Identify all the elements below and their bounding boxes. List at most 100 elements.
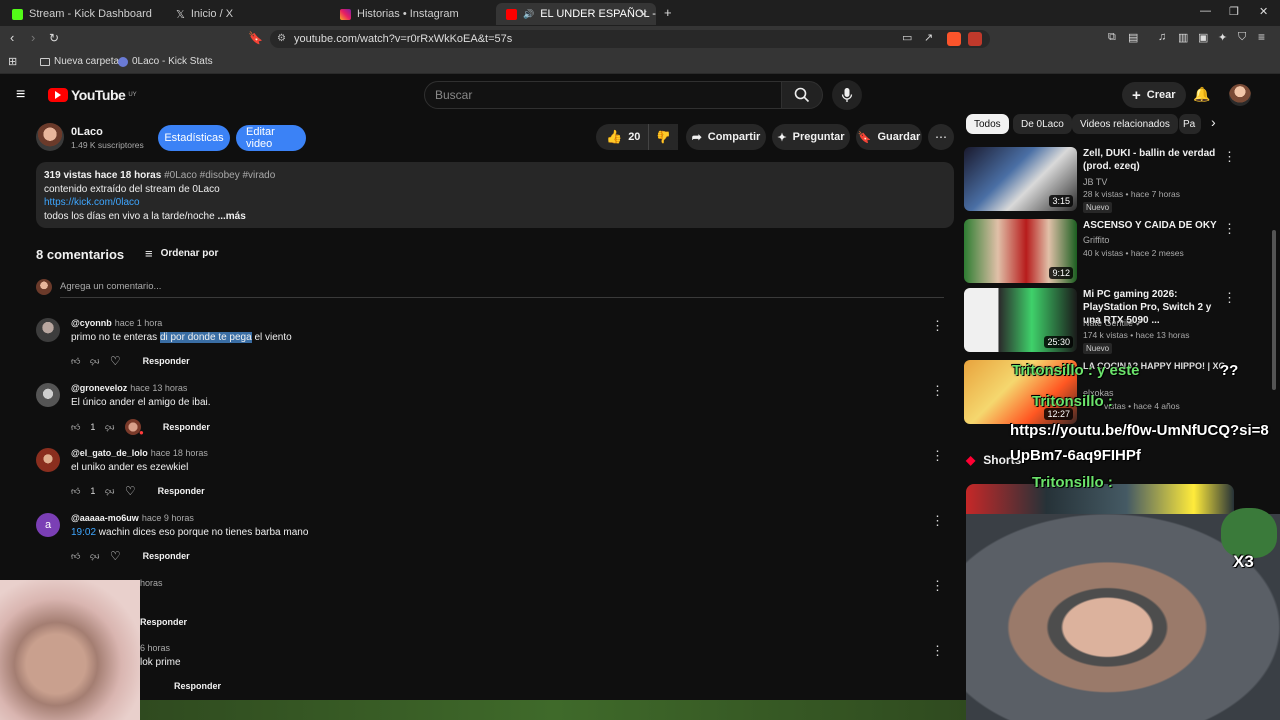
add-comment-input[interactable]: Agrega un comentario... <box>60 281 944 298</box>
chip-partial[interactable]: Pa <box>1179 114 1201 134</box>
comment-author[interactable]: @cyonnb <box>71 318 112 328</box>
rewards-icon[interactable] <box>968 32 982 46</box>
commenter-avatar[interactable] <box>36 448 60 472</box>
ask-button[interactable]: ✦ Preguntar <box>772 124 850 150</box>
save-button[interactable]: 🔖 Guardar <box>856 124 922 150</box>
chip-from-channel[interactable]: De 0Laco <box>1013 114 1072 134</box>
sort-button[interactable]: ≡ Ordenar por <box>145 246 218 261</box>
url-field[interactable]: ⚙ youtube.com/watch?v=r0rRxWkKoEA&t=57s <box>270 30 990 48</box>
comment-menu-icon[interactable]: ⋮ <box>931 318 944 334</box>
reader-icon[interactable]: ▤ <box>1128 31 1138 44</box>
share-button[interactable]: ➦ Compartir <box>686 124 766 150</box>
comment-menu-icon[interactable]: ⋮ <box>931 383 944 399</box>
video-thumbnail[interactable]: 25:30 <box>964 288 1077 352</box>
vpn-icon[interactable]: ⛉ <box>1238 31 1246 44</box>
comment-time[interactable]: hace 18 horas <box>151 448 208 458</box>
window-close-icon[interactable]: ✕ <box>1259 5 1268 18</box>
video-channel[interactable]: Nate Gentile ✔ <box>1083 318 1142 328</box>
reply-button[interactable]: Responder <box>140 617 187 627</box>
brave-shield-icon[interactable] <box>947 32 961 46</box>
dislike-comment-icon[interactable]: 👍︎ <box>105 486 114 497</box>
chip-all[interactable]: Todos <box>966 114 1009 134</box>
video-title[interactable]: ASCENSO Y CAIDA DE OKY <box>1083 219 1228 232</box>
create-button[interactable]: + Crear <box>1122 82 1186 108</box>
scrollbar[interactable] <box>1272 230 1276 390</box>
dislike-button[interactable]: 👍 <box>648 124 678 150</box>
extensions-icon[interactable]: ⧉ <box>1108 31 1116 44</box>
commenter-avatar[interactable]: a <box>36 513 60 537</box>
video-thumbnail[interactable]: 3:15 <box>964 147 1077 211</box>
apps-grid-icon[interactable]: ⊞ <box>8 55 17 68</box>
comment-menu-icon[interactable]: ⋮ <box>931 578 944 594</box>
recommended-video[interactable]: 3:15 Zell, DUKI - ballin de verdad (prod… <box>964 147 1264 215</box>
menu-icon[interactable]: ≡ <box>1258 30 1265 44</box>
video-title[interactable]: Zell, DUKI - ballin de verdad (prod. eze… <box>1083 147 1228 173</box>
bookmark-kick-stats[interactable]: 0Laco - Kick Stats <box>118 56 213 67</box>
like-comment-icon[interactable]: 👍︎ <box>71 551 80 562</box>
comment-menu-icon[interactable]: ⋮ <box>931 513 944 529</box>
minimize-icon[interactable]: — <box>1200 5 1211 17</box>
comment-author[interactable]: @aaaaa-mo6uw <box>71 513 139 523</box>
tab-youtube[interactable]: 🔊 EL UNDER ESPAÑOL - YouTub ✕ <box>496 3 656 25</box>
heart-icon[interactable]: ♡ <box>110 354 121 368</box>
show-more-link[interactable]: ...más <box>217 211 245 222</box>
video-menu-icon[interactable]: ⋮ <box>1223 149 1236 165</box>
dislike-comment-icon[interactable]: 👍︎ <box>90 551 99 562</box>
video-channel[interactable]: Griffito <box>1083 235 1109 245</box>
comment-time[interactable]: horas <box>140 578 163 588</box>
dislike-comment-icon[interactable]: 👍︎ <box>90 356 99 367</box>
comment-author[interactable]: @groneveloz <box>71 383 127 393</box>
share-icon[interactable]: ↗ <box>924 31 933 44</box>
chevron-right-icon[interactable]: › <box>1211 114 1216 130</box>
wallet-icon[interactable]: ▣ <box>1198 31 1208 44</box>
comment-time[interactable]: hace 9 horas <box>142 513 194 523</box>
youtube-logo[interactable]: YouTube UY <box>48 87 137 103</box>
search-button[interactable] <box>781 81 823 109</box>
comment-time[interactable]: hace 13 horas <box>130 383 187 393</box>
notifications-bell-icon[interactable]: 🔔 <box>1193 86 1210 103</box>
heart-icon[interactable]: ♡ <box>110 549 121 563</box>
screenshot-icon[interactable]: ▭ <box>902 31 912 44</box>
commenter-avatar[interactable] <box>36 383 60 407</box>
reply-button[interactable]: Responder <box>158 486 205 496</box>
comment-time[interactable]: hace 1 hora <box>115 318 163 328</box>
reload-icon[interactable]: ↻ <box>49 31 59 45</box>
comment-time[interactable]: 6 horas <box>140 643 170 653</box>
comment-author[interactable]: @el_gato_de_lolo <box>71 448 148 458</box>
video-description[interactable]: 319 vistas hace 18 horas #0Laco #disobey… <box>36 162 954 228</box>
video-menu-icon[interactable]: ⋮ <box>1223 221 1236 237</box>
back-icon[interactable]: ‹ <box>10 30 14 45</box>
comment-menu-icon[interactable]: ⋮ <box>931 643 944 659</box>
reply-button[interactable]: Responder <box>163 422 210 432</box>
kick-link[interactable]: https://kick.com/0laco <box>44 196 946 210</box>
commenter-avatar[interactable] <box>36 318 60 342</box>
bookmark-icon[interactable]: 🔖 <box>248 31 263 45</box>
hashtags[interactable]: #0Laco #disobey #virado <box>164 170 275 181</box>
recommended-video[interactable]: 25:30 Mi PC gaming 2026: PlayStation Pro… <box>964 288 1264 356</box>
reply-button[interactable]: Responder <box>143 551 190 561</box>
tab-x[interactable]: 𝕏 Inicio / X <box>166 3 326 25</box>
tab-kick-dashboard[interactable]: Stream - Kick Dashboard <box>2 3 162 25</box>
forward-icon[interactable]: › <box>31 30 35 45</box>
dislike-comment-icon[interactable]: 👍︎ <box>105 422 114 433</box>
voice-search-button[interactable] <box>832 80 862 110</box>
comment-menu-icon[interactable]: ⋮ <box>931 448 944 464</box>
like-comment-icon[interactable]: 👍︎ <box>71 422 80 433</box>
recommended-video[interactable]: 9:12 ASCENSO Y CAIDA DE OKY Griffito 40 … <box>964 219 1264 287</box>
more-actions-button[interactable]: ⋯ <box>928 124 954 150</box>
edit-video-button[interactable]: Editar video <box>236 125 306 151</box>
video-thumbnail[interactable]: 9:12 <box>964 219 1077 283</box>
bookmark-folder[interactable]: Nueva carpeta <box>40 56 119 67</box>
channel-avatar[interactable] <box>36 123 64 151</box>
video-channel[interactable]: JB TV <box>1083 177 1107 187</box>
timestamp-link[interactable]: 19:02 <box>71 527 96 538</box>
close-tab-icon[interactable]: ✕ <box>639 8 648 21</box>
reply-button[interactable]: Responder <box>143 356 190 366</box>
reply-button[interactable]: Responder <box>174 681 221 691</box>
video-menu-icon[interactable]: ⋮ <box>1223 290 1236 306</box>
hamburger-menu-icon[interactable]: ≡ <box>16 86 25 104</box>
leo-icon[interactable]: ✦ <box>1218 31 1227 44</box>
music-icon[interactable]: ♫ <box>1158 31 1166 43</box>
restore-icon[interactable]: ❐ <box>1229 5 1239 18</box>
stats-button[interactable]: Estadísticas <box>158 125 230 151</box>
